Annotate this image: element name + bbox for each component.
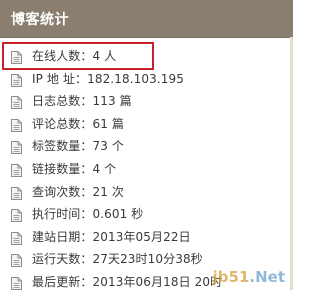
document-icon xyxy=(11,275,22,290)
stat-row-text: 最后更新：2013年06月18日 20时 xyxy=(32,275,223,289)
widget-title: 博客统计 xyxy=(11,12,69,28)
watermark-part-2: .Net xyxy=(249,268,285,286)
widget-header: 博客统计 xyxy=(0,0,293,38)
stat-row-text: 执行时间：0.601 秒 xyxy=(32,207,144,222)
widget-right-border xyxy=(290,37,293,290)
stat-row-text: 评论总数：61 篇 xyxy=(32,116,124,131)
document-icon xyxy=(11,139,22,155)
watermark-part-1: jb51 xyxy=(212,268,250,286)
stat-row: 标签数量：73 个 xyxy=(0,135,290,157)
highlight-box xyxy=(2,42,154,70)
stat-row: 查询次数：21 次 xyxy=(0,181,290,203)
stat-row: 链接数量：4 个 xyxy=(0,158,290,180)
stat-row-text: 链接数量：4 个 xyxy=(32,162,117,176)
document-icon xyxy=(11,94,22,110)
document-icon xyxy=(11,162,22,177)
document-icon xyxy=(11,117,22,132)
watermark: jb51.Net xyxy=(213,268,285,286)
blog-stats-widget: 博客统计 在线人数：4 人 IP 地 址：182.18.103.195 日志总数：1… xyxy=(0,0,293,290)
stat-row: 评论总数：61 篇 xyxy=(0,113,290,135)
stat-row-text: IP 地 址：182.18.103.195 xyxy=(32,71,184,86)
stat-row: 建站日期：2013年05月22日 xyxy=(0,226,290,248)
stat-row: IP 地 址：182.18.103.195 xyxy=(0,68,290,90)
document-icon xyxy=(11,72,22,87)
stat-row: 日志总数：113 篇 xyxy=(0,90,290,112)
document-icon xyxy=(11,230,22,245)
stat-row: 执行时间：0.601 秒 xyxy=(0,203,290,225)
stat-row-text: 查询次数：21 次 xyxy=(32,184,124,199)
stat-row-text: 建站日期：2013年05月22日 xyxy=(32,229,191,244)
document-icon xyxy=(11,207,22,223)
document-icon xyxy=(11,252,22,268)
stat-row-text: 运行天数：27天23时10分38秒 xyxy=(32,252,203,267)
document-icon xyxy=(11,185,22,200)
stat-row-text: 日志总数：113 篇 xyxy=(32,94,132,109)
stat-row-text: 标签数量：73 个 xyxy=(32,139,124,154)
